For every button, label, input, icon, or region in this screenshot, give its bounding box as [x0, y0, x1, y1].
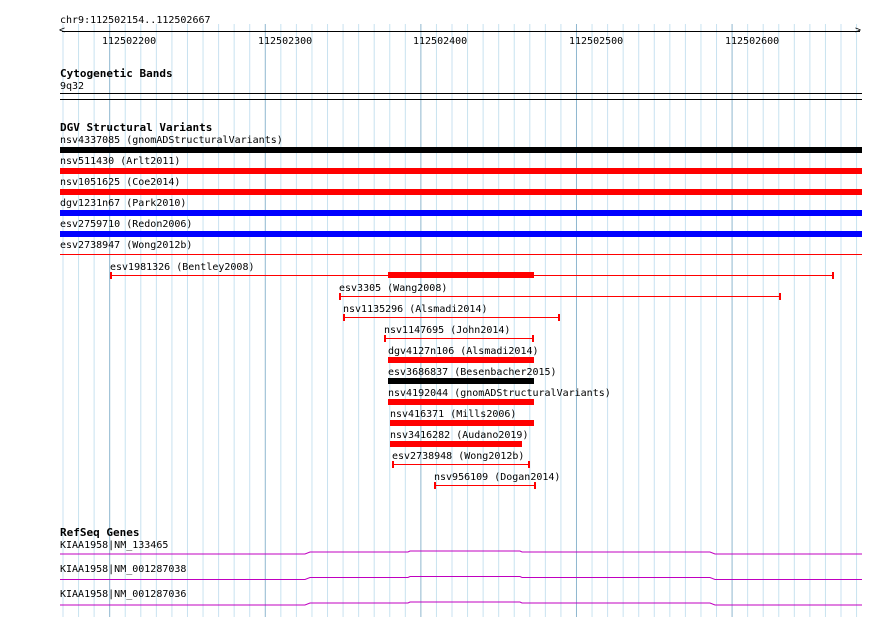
gene-model-line [60, 601, 862, 606]
gene-model-line [60, 550, 862, 555]
gene-model-line [60, 576, 862, 580]
gene-models [60, 550, 862, 606]
